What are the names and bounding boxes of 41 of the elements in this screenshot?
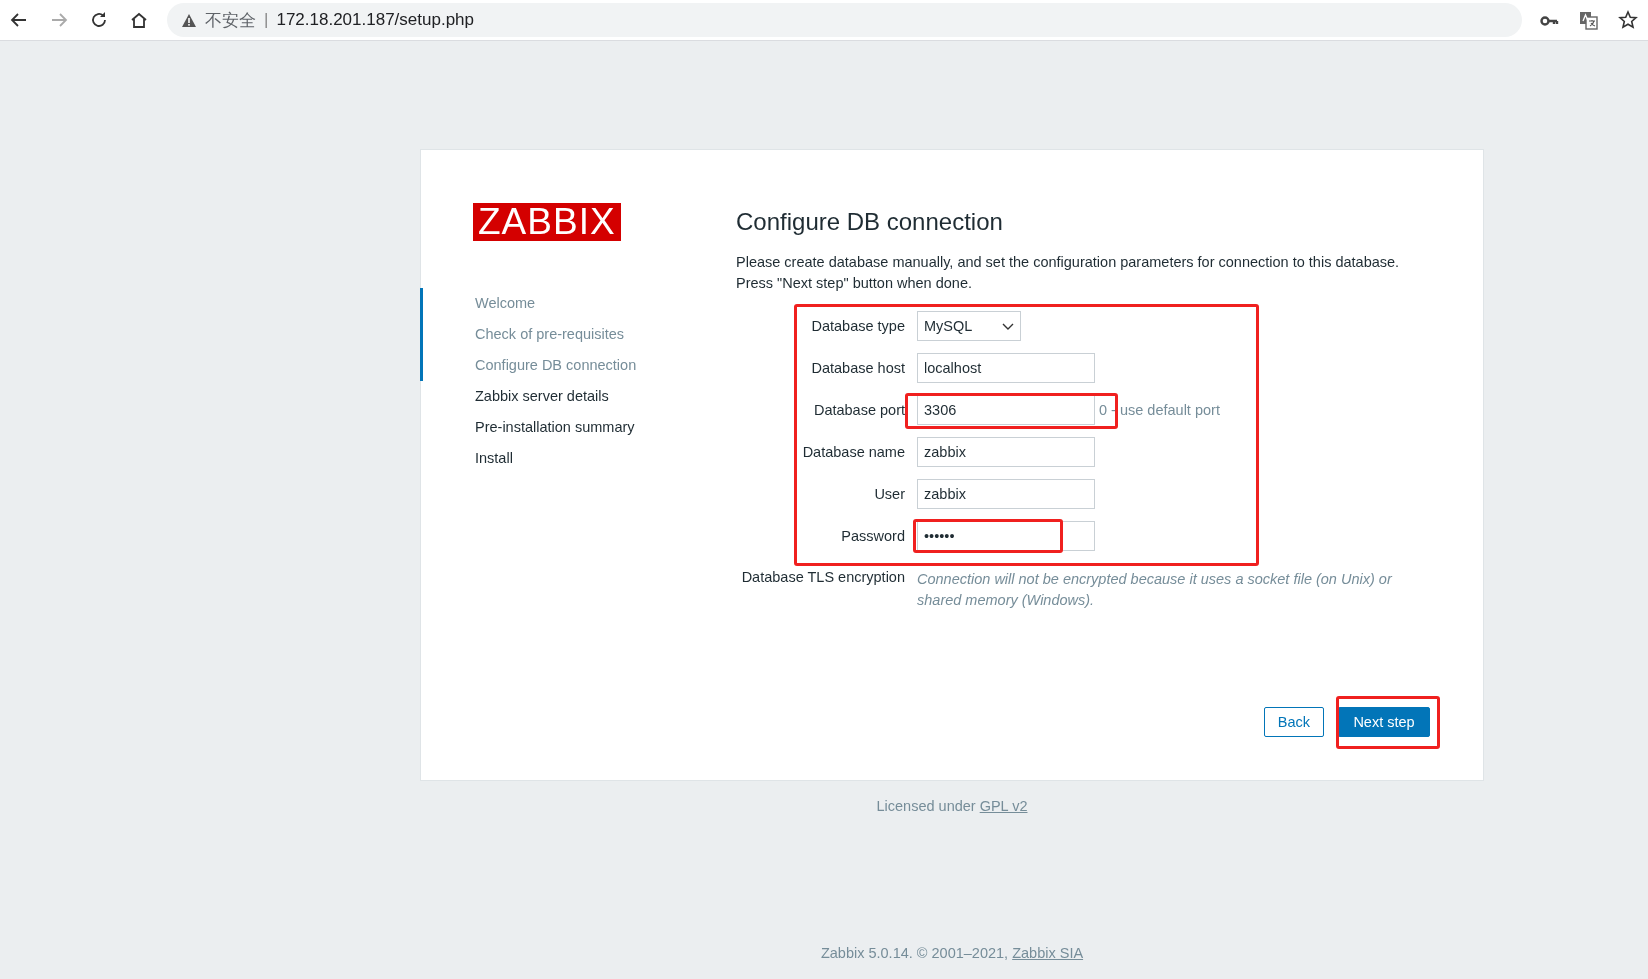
url-text: 172.18.201.187/setup.php (276, 10, 474, 30)
security-label: 不安全 (205, 9, 256, 32)
setup-step: Welcome (420, 288, 736, 319)
translate-icon[interactable] (1579, 10, 1598, 30)
address-bar[interactable]: 不安全 | 172.18.201.187/setup.php (167, 3, 1522, 37)
setup-step: Install (420, 443, 736, 474)
input-field[interactable]: 3306 (917, 395, 1095, 425)
field-label: Database host (810, 360, 905, 376)
warning-icon (181, 12, 197, 28)
setup-step: Zabbix server details (420, 381, 736, 412)
chevron-down-icon (1002, 322, 1014, 330)
description-text: Please create database manually, and set the configuration parameters for connection to this database. (736, 253, 1401, 272)
copyright-text: Zabbix 5.0.14. © 2001–2021, (820, 945, 1009, 961)
key-icon[interactable] (1540, 13, 1559, 27)
setup-step: Check of pre-requisites (420, 319, 736, 350)
field-label: Database port (812, 402, 905, 418)
field-label: Password (840, 528, 905, 544)
hint-text: 0 - use default port (1099, 402, 1220, 418)
input-field[interactable]: zabbix (917, 437, 1095, 467)
field-label: Database name (801, 444, 905, 460)
setup-step: Pre-installation summary (420, 412, 736, 443)
reload-icon[interactable] (89, 10, 109, 30)
field-label: Database type (810, 318, 905, 334)
star-icon[interactable] (1618, 10, 1638, 30)
back-button[interactable]: Back (1263, 707, 1324, 737)
license-text: Licensed under (876, 798, 976, 814)
select-field[interactable]: MySQL (917, 311, 1021, 341)
setup-step: Configure DB connection (420, 350, 736, 381)
input-field[interactable]: •••••• (917, 521, 1095, 551)
field-label: User (873, 486, 905, 502)
select-value: MySQL (924, 318, 973, 334)
field-label: Database TLS encryption (740, 569, 905, 585)
next-button[interactable]: Next step (1338, 707, 1430, 737)
address-separator: | (264, 10, 269, 30)
zabbix-logo: ZABBIX (473, 203, 621, 241)
home-icon[interactable] (129, 10, 149, 30)
description-text: Press "Next step" button when done. (736, 274, 973, 293)
input-field[interactable]: localhost (917, 353, 1095, 383)
page-heading: Configure DB connection (736, 208, 1004, 236)
info-text: Connection will not be encrypted because it uses a socket file (on Unix) or shared memory (Windows). (917, 570, 1394, 610)
input-field[interactable]: zabbix (917, 479, 1095, 509)
